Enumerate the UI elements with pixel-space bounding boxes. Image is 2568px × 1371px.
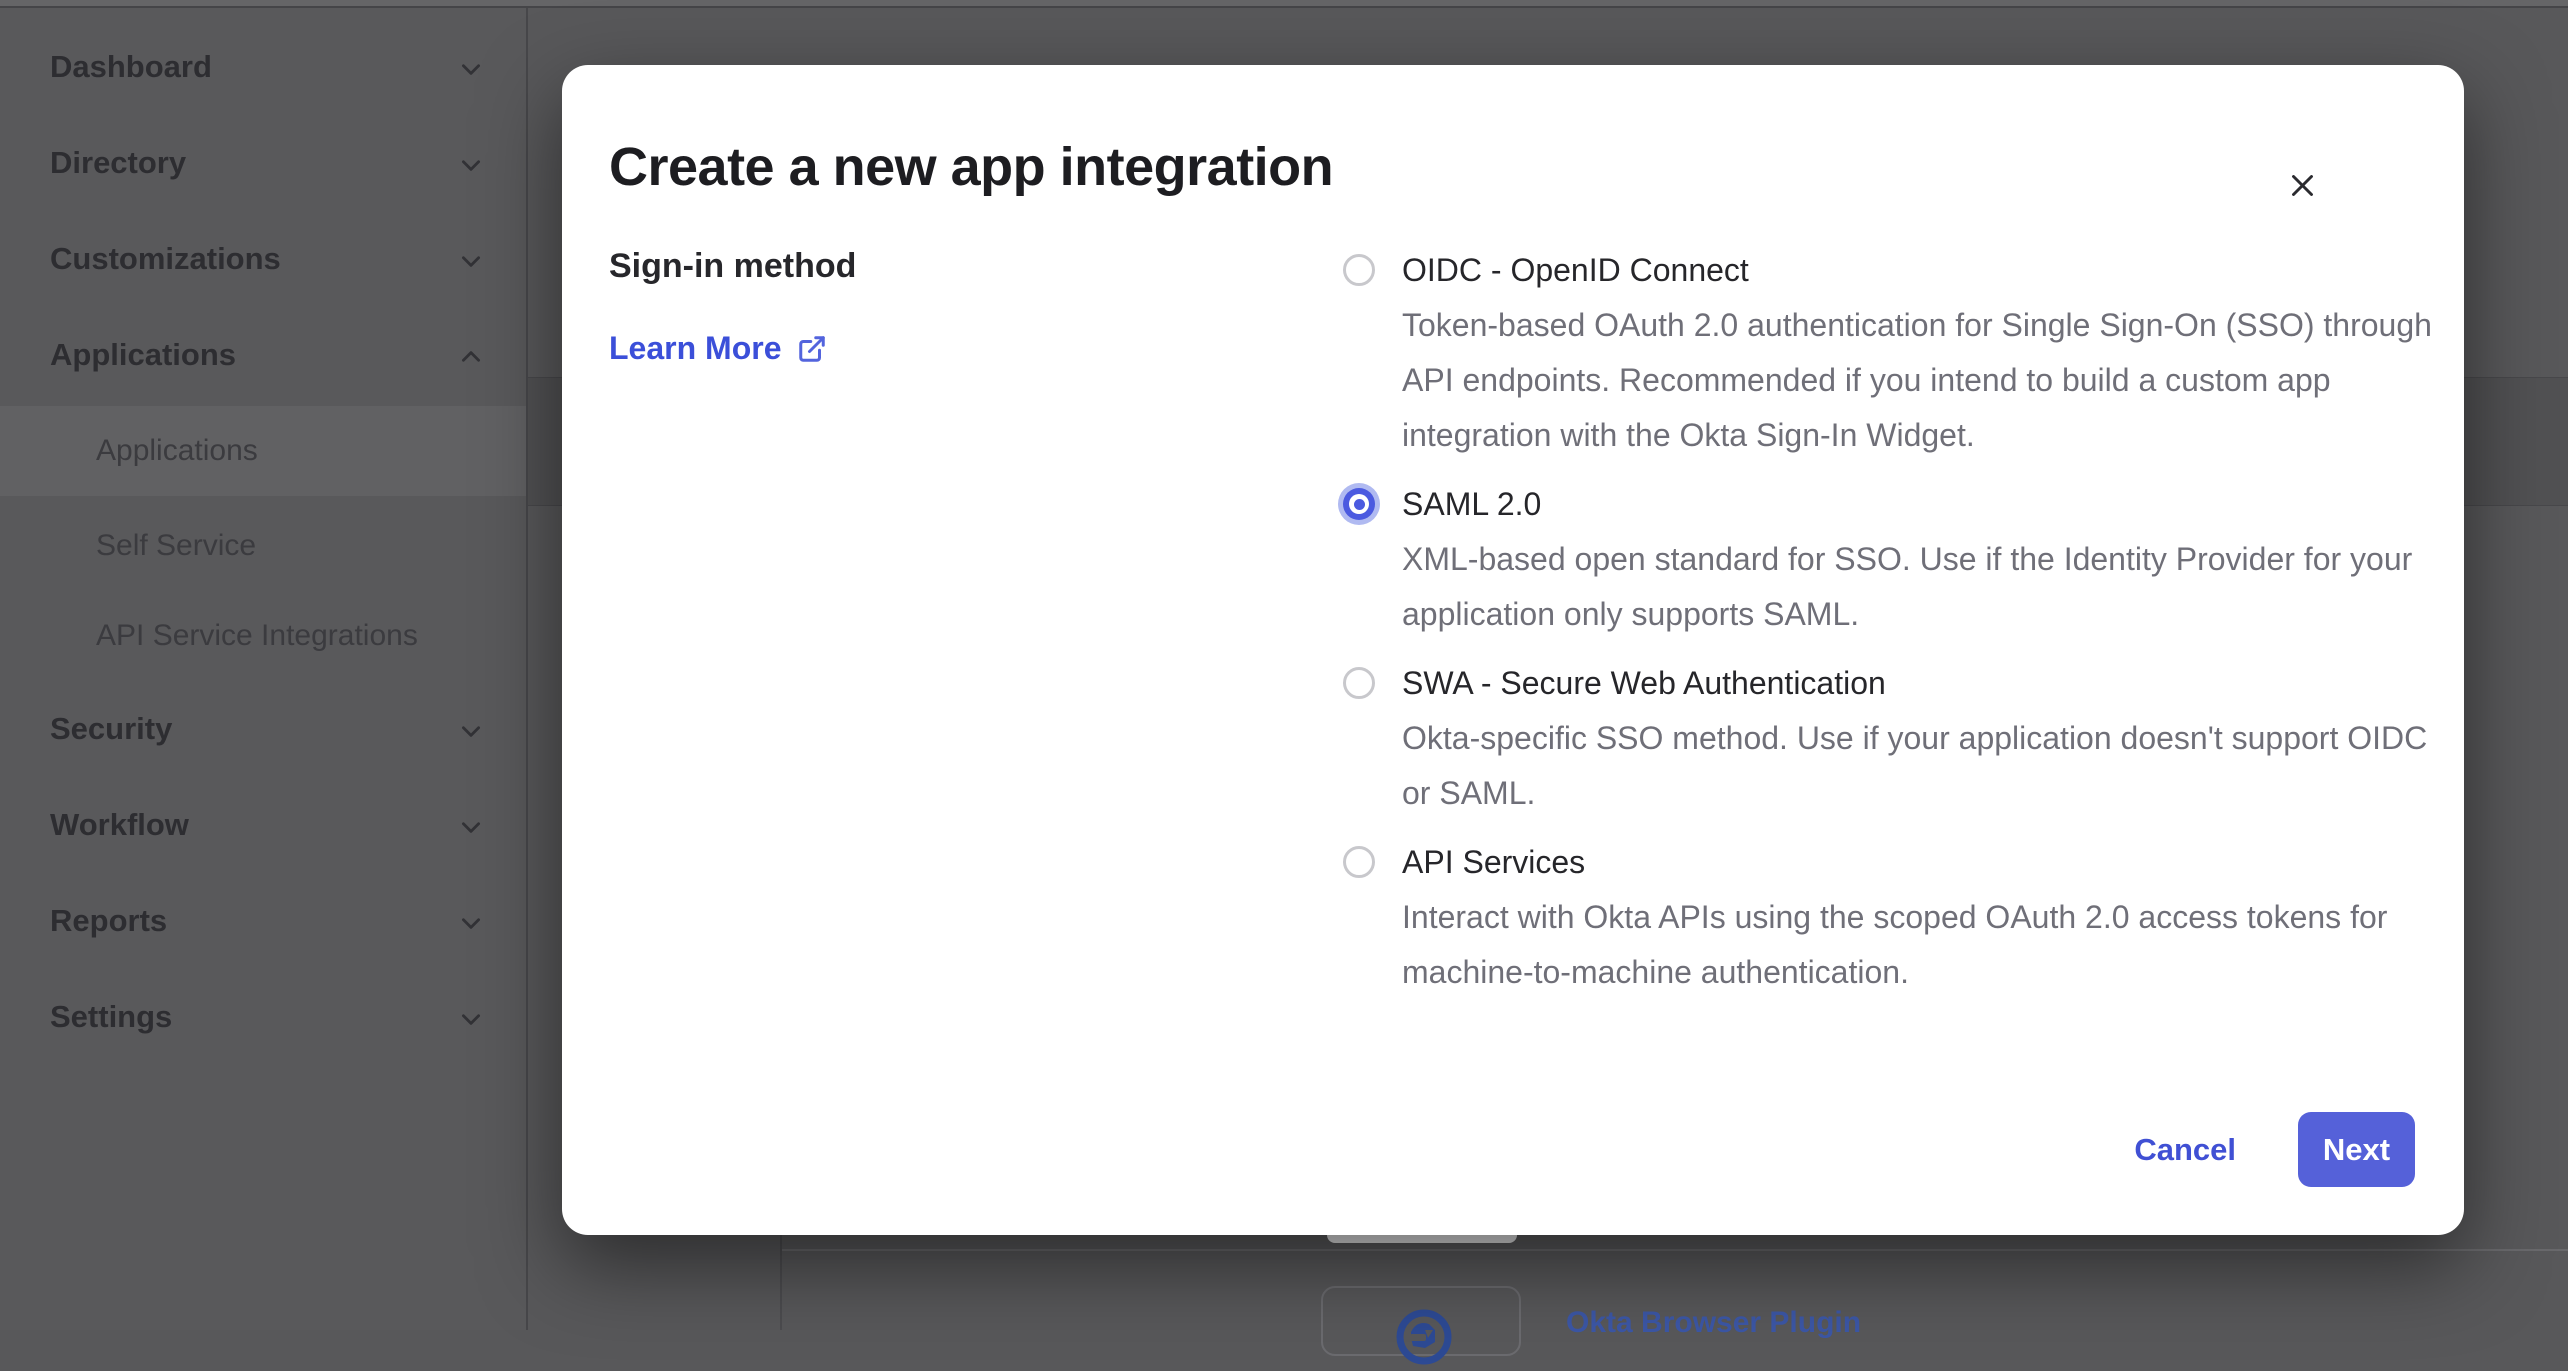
sidebar-item-label: Settings xyxy=(50,999,172,1035)
radio-option-saml[interactable]: SAML 2.0 XML-based open standard for SSO… xyxy=(1343,477,2463,642)
chevron-down-icon xyxy=(458,54,484,80)
learn-more-label: Learn More xyxy=(609,330,781,367)
sidebar-item-directory[interactable]: Directory xyxy=(0,128,528,198)
sidebar-item-label: Directory xyxy=(50,145,186,181)
modal-title: Create a new app integration xyxy=(609,136,1333,198)
option-label: SWA - Secure Web Authentication xyxy=(1402,656,2463,711)
radio-option-swa[interactable]: SWA - Secure Web Authentication Okta-spe… xyxy=(1343,656,2463,821)
sidebar-item-security[interactable]: Security xyxy=(0,694,528,764)
option-description: Okta-specific SSO method. Use if your ap… xyxy=(1402,711,2442,821)
close-button[interactable] xyxy=(2274,157,2330,213)
learn-more-link[interactable]: Learn More xyxy=(609,330,827,367)
sidebar-item-dashboard[interactable]: Dashboard xyxy=(0,32,528,102)
page-root: { "sidebar": { "items": [ {"label": "Das… xyxy=(0,0,2568,1330)
sidebar-item-settings[interactable]: Settings xyxy=(0,982,528,1052)
chevron-down-icon xyxy=(458,812,484,838)
sidebar-item-label: Applications xyxy=(50,337,236,373)
chevron-down-icon xyxy=(458,908,484,934)
sidebar-item-reports[interactable]: Reports xyxy=(0,886,528,956)
sign-in-method-options: OIDC - OpenID Connect Token-based OAuth … xyxy=(1343,243,2463,1014)
next-button[interactable]: Next xyxy=(2298,1112,2415,1187)
sidebar-subitem-self-service[interactable]: Self Service xyxy=(0,511,528,581)
radio-option-oidc[interactable]: OIDC - OpenID Connect Token-based OAuth … xyxy=(1343,243,2463,463)
close-icon xyxy=(2289,172,2316,199)
sidebar-subitem-applications[interactable]: Applications xyxy=(0,416,528,486)
radio-unselected[interactable] xyxy=(1343,667,1375,699)
option-description: Token-based OAuth 2.0 authentication for… xyxy=(1402,298,2442,463)
background-section-divider xyxy=(780,1249,2568,1251)
sidebar-subitem-label: Self Service xyxy=(96,529,256,563)
okta-browser-plugin-tile[interactable] xyxy=(1321,1286,1521,1356)
option-description: Interact with Okta APIs using the scoped… xyxy=(1402,890,2442,1000)
sidebar-item-workflow[interactable]: Workflow xyxy=(0,790,528,860)
chevron-down-icon xyxy=(458,150,484,176)
chevron-up-icon xyxy=(458,342,484,368)
external-link-icon xyxy=(797,334,827,364)
sidebar-item-label: Security xyxy=(50,711,172,747)
sidebar-item-label: Workflow xyxy=(50,807,189,843)
option-label: API Services xyxy=(1402,835,2463,890)
option-label: SAML 2.0 xyxy=(1402,477,2463,532)
modal-footer: Cancel Next xyxy=(2120,1112,2415,1187)
browser-top-strip xyxy=(0,0,2568,8)
radio-unselected[interactable] xyxy=(1343,254,1375,286)
option-label: OIDC - OpenID Connect xyxy=(1402,243,2463,298)
radio-selected[interactable] xyxy=(1343,488,1375,520)
background-column-divider xyxy=(780,1235,782,1330)
sidebar-item-applications[interactable]: Applications xyxy=(0,320,528,390)
chevron-down-icon xyxy=(458,716,484,742)
sidebar-item-customizations[interactable]: Customizations xyxy=(0,224,528,294)
sidebar-item-label: Customizations xyxy=(50,241,281,277)
okta-browser-plugin-link[interactable]: Okta Browser Plugin xyxy=(1566,1306,1861,1340)
sign-in-method-label: Sign-in method xyxy=(609,247,856,286)
sidebar-subitem-label: API Service Integrations xyxy=(96,619,418,653)
option-description: XML-based open standard for SSO. Use if … xyxy=(1402,532,2442,642)
sidebar-subitem-label: Applications xyxy=(96,434,258,468)
sidebar-item-label: Reports xyxy=(50,903,167,939)
sidebar-subitem-api-service-integrations[interactable]: API Service Integrations xyxy=(0,601,528,671)
sidebar-item-label: Dashboard xyxy=(50,49,212,85)
sidebar-nav: Dashboard Directory Customizations Appli… xyxy=(0,8,528,1330)
cancel-button[interactable]: Cancel xyxy=(2120,1122,2250,1178)
chevron-down-icon xyxy=(458,246,484,272)
radio-option-api-services[interactable]: API Services Interact with Okta APIs usi… xyxy=(1343,835,2463,1000)
chevron-down-icon xyxy=(458,1004,484,1030)
okta-browser-plugin-icon xyxy=(1395,1308,1453,1366)
radio-unselected[interactable] xyxy=(1343,846,1375,878)
